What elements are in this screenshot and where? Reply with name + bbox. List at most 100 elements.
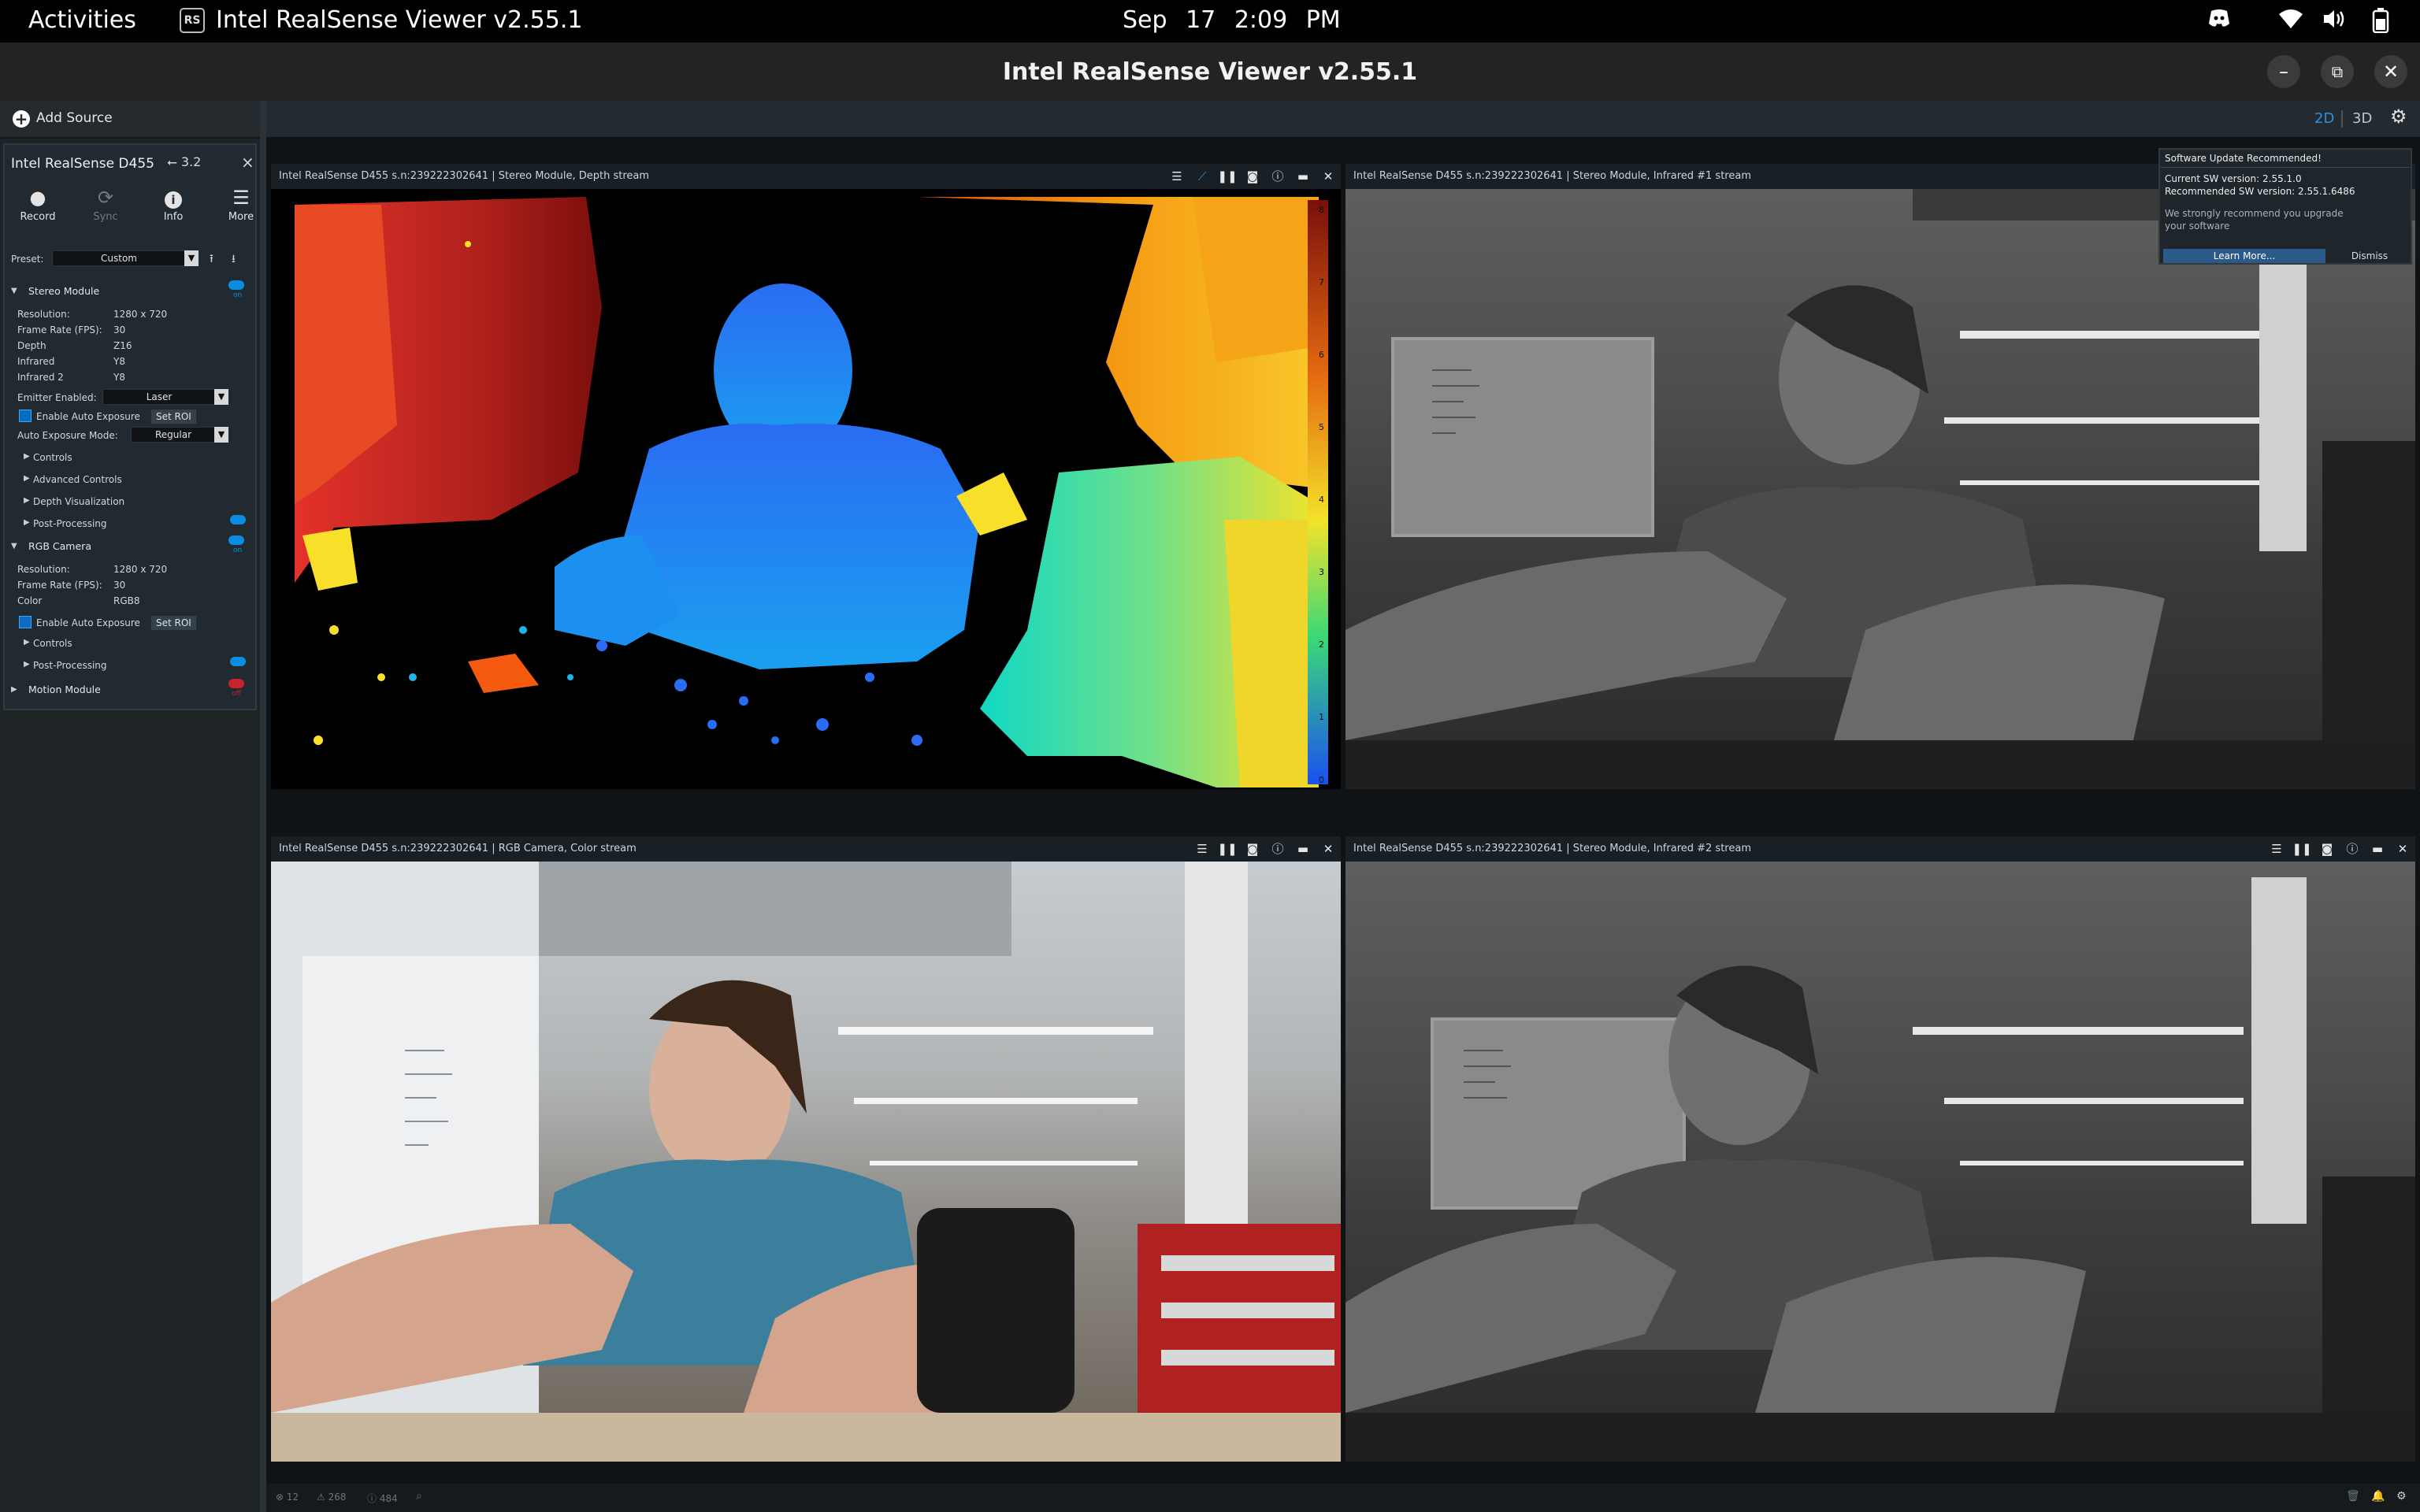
metrics-icon[interactable]: ⟋ [1190,164,1215,189]
motion-expand-icon[interactable]: ▶ [11,685,17,694]
stereo-module-title[interactable]: Stereo Module [28,285,99,297]
rgb-camera-toggle[interactable] [228,536,244,545]
stereo-module-toggle[interactable] [228,280,244,290]
learn-more-button[interactable]: Learn More... [2163,249,2325,263]
bell-icon[interactable]: 🔔 [2371,1490,2385,1503]
trash-icon[interactable]: 🗑 [2346,1490,2360,1503]
maximize-icon[interactable]: ▬ [1290,164,1316,189]
rgb-auto-exposure-checkbox[interactable] [19,616,32,628]
expand-icon[interactable]: ▶ [24,474,30,483]
preset-select[interactable]: Custom [52,250,186,266]
expand-icon[interactable]: ▶ [24,660,30,669]
close-icon[interactable]: ✕ [2390,836,2415,862]
volume-icon[interactable] [2322,8,2348,35]
remove-device-button[interactable]: × [241,153,254,172]
rgb-resolution-value[interactable]: 1280 x 720 [113,564,167,575]
camera-icon[interactable]: ◙ [1240,836,1265,862]
list-icon[interactable]: ☰ [1190,836,1215,862]
infrared2-image[interactable] [1345,862,2415,1462]
upload-icon[interactable]: ⭱ [210,250,213,269]
pause-icon[interactable]: ❚❚ [1215,164,1240,189]
add-source-button[interactable]: + Add Source [0,101,266,139]
more-button[interactable]: ☰ More [217,186,265,223]
list-icon[interactable]: ☰ [2264,836,2289,862]
info-icon[interactable]: ⓘ [2340,836,2365,862]
info-button[interactable]: i Info [150,186,197,223]
infrared2-stream-panel[interactable]: Intel RealSense D455 s.n:239222302641 | … [1345,836,2415,1462]
camera-icon[interactable]: ◙ [1240,164,1265,189]
stereo-post-processing-toggle[interactable] [230,515,246,524]
infrared2-format-label[interactable]: Infrared 2 [17,372,64,383]
color-stream-panel[interactable]: Intel RealSense D455 s.n:239222302641 | … [271,836,1341,1462]
depth-format-value[interactable]: Z16 [113,340,132,351]
view-3d-button[interactable]: 3D [2352,110,2372,127]
minimize-button[interactable]: – [2267,55,2300,88]
infrared-format-value[interactable]: Y8 [113,356,125,367]
error-count[interactable]: ⊗ 12 [276,1492,299,1503]
rgb-post-processing-toggle[interactable] [230,657,246,666]
app-menu-label[interactable]: Intel RealSense Viewer v2.55.1 [216,6,582,34]
rgb-auto-exposure-label[interactable]: Enable Auto Exposure [36,617,140,628]
info-count[interactable]: ⓘ 484 [367,1492,398,1505]
sidebar-scrollbar[interactable] [260,101,266,1512]
rgb-camera-title[interactable]: RGB Camera [28,540,91,552]
expand-icon[interactable]: ▶ [24,496,30,505]
stereo-post-processing-section[interactable]: Post-Processing [33,518,107,529]
battery-icon[interactable] [2371,8,2390,39]
ae-mode-dropdown-arrow[interactable]: ▼ [214,427,228,443]
depth-stream-panel[interactable]: Intel RealSense D455 s.n:239222302641 | … [271,164,1341,789]
settings-small-icon[interactable]: ⚙ [2396,1490,2407,1503]
record-button[interactable]: ● Record [14,186,61,223]
preset-dropdown-arrow[interactable]: ▼ [184,250,199,266]
stereo-expand-icon[interactable]: ▼ [11,287,17,295]
clock[interactable]: Sep 17 2:09 PM [1123,6,1341,34]
view-2d-button[interactable]: 2D [2314,110,2334,127]
discord-icon[interactable] [2207,8,2231,34]
download-icon[interactable]: ⭳ [232,250,236,269]
infrared1-image[interactable] [1345,189,2415,789]
warning-count[interactable]: ⚠ 268 [317,1492,346,1503]
motion-module-toggle[interactable] [228,679,244,688]
infrared-format-label[interactable]: Infrared [17,356,54,367]
info-icon[interactable]: ⓘ [1265,164,1290,189]
info-icon[interactable]: ⓘ [1265,836,1290,862]
emitter-select[interactable]: Laser [102,389,216,405]
close-icon[interactable]: ✕ [1316,836,1341,862]
pause-icon[interactable]: ❚❚ [1215,836,1240,862]
search-icon[interactable]: ⌕ [416,1490,422,1503]
rgb-controls-section[interactable]: Controls [33,638,72,649]
stereo-resolution-value[interactable]: 1280 x 720 [113,309,167,320]
close-button[interactable]: ✕ [2374,55,2407,88]
emitter-dropdown-arrow[interactable]: ▼ [214,389,228,405]
motion-module-title[interactable]: Motion Module [28,684,101,695]
sync-button[interactable]: ⟳ Sync [82,186,129,223]
maximize-icon[interactable]: ▬ [1290,836,1316,862]
expand-icon[interactable]: ▶ [24,452,30,461]
stereo-controls-section[interactable]: Controls [33,452,72,463]
depth-image[interactable]: 8 7 6 5 4 3 2 1 0 [271,189,1341,789]
depth-format-label[interactable]: Depth [17,340,46,351]
rgb-fps-value[interactable]: 30 [113,580,125,591]
stereo-set-roi-button[interactable]: Set ROI [151,410,196,424]
pause-icon[interactable]: ❚❚ [2289,836,2314,862]
expand-icon[interactable]: ▶ [24,638,30,647]
stereo-auto-exposure-label[interactable]: Enable Auto Exposure [36,411,140,422]
rgb-expand-icon[interactable]: ▼ [11,542,17,550]
depth-visualization-section[interactable]: Depth Visualization [33,496,124,507]
maximize-icon[interactable]: ▬ [2365,836,2390,862]
color-image[interactable] [271,862,1341,1462]
color-format-value[interactable]: RGB8 [113,595,140,606]
stereo-fps-value[interactable]: 30 [113,324,125,335]
expand-icon[interactable]: ▶ [24,518,30,527]
gear-icon[interactable]: ⚙ [2390,106,2407,128]
ae-mode-select[interactable]: Regular [131,427,216,443]
activities-button[interactable]: Activities [28,6,136,34]
app-icon[interactable]: RS [180,8,205,33]
infrared2-format-value[interactable]: Y8 [113,372,125,383]
rgb-post-processing-section[interactable]: Post-Processing [33,660,107,671]
dismiss-button[interactable]: Dismiss [2330,249,2409,263]
list-icon[interactable]: ☰ [1164,164,1190,189]
rgb-set-roi-button[interactable]: Set ROI [151,616,196,630]
wifi-icon[interactable] [2278,8,2303,35]
stereo-auto-exposure-checkbox[interactable] [19,410,32,422]
